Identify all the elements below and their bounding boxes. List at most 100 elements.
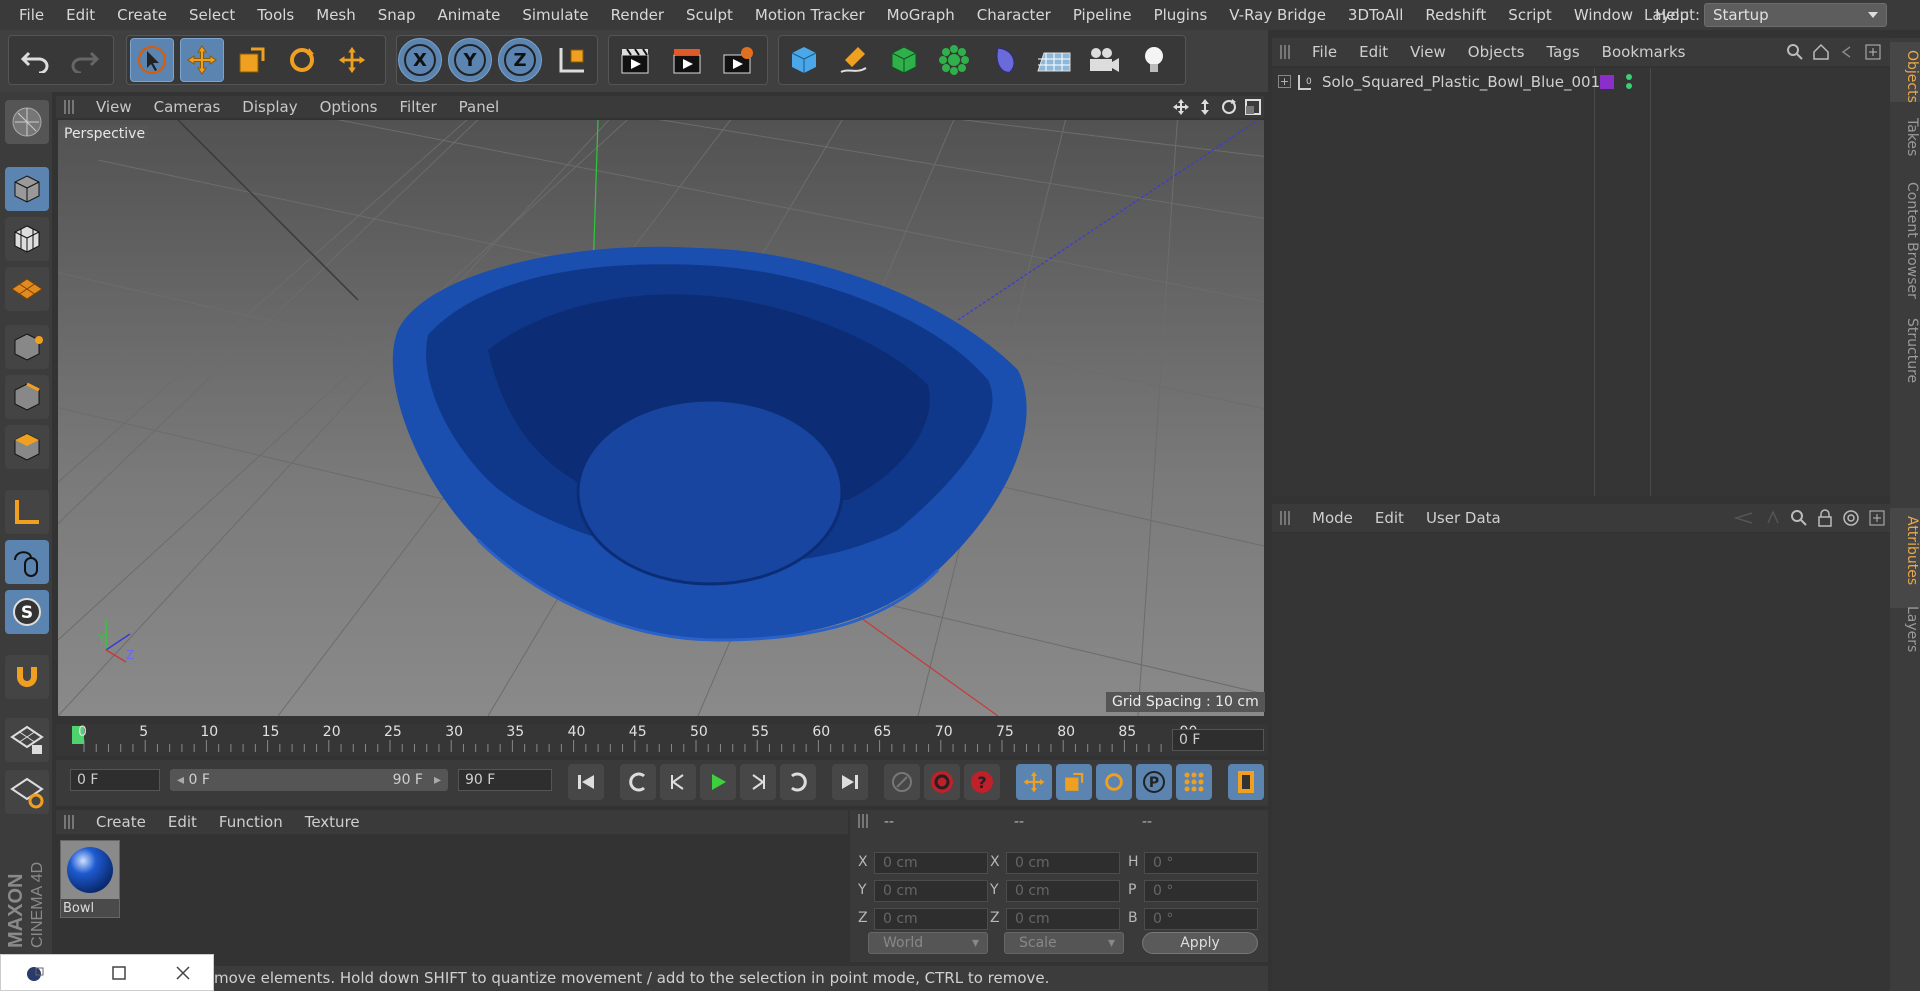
object-name[interactable]: Solo_Squared_Plastic_Bowl_Blue_001 bbox=[1322, 73, 1600, 91]
menu-mograph[interactable]: MoGraph bbox=[876, 6, 966, 24]
cube-object-button[interactable] bbox=[782, 38, 826, 82]
menu-pipeline[interactable]: Pipeline bbox=[1062, 6, 1143, 24]
make-editable-button[interactable] bbox=[5, 100, 49, 144]
tweak-mode-button[interactable] bbox=[5, 540, 49, 584]
model-mode-button[interactable] bbox=[5, 167, 49, 211]
timeline-window-button[interactable] bbox=[1228, 764, 1264, 800]
go-to-start-button[interactable] bbox=[568, 764, 604, 800]
new-panel-icon[interactable] bbox=[1868, 509, 1886, 527]
render-picture-viewer-button[interactable] bbox=[666, 38, 710, 82]
menu-simulate[interactable]: Simulate bbox=[511, 6, 599, 24]
snap-button[interactable] bbox=[5, 655, 49, 699]
menu-sculpt[interactable]: Sculpt bbox=[675, 6, 744, 24]
rotate-tool-button[interactable] bbox=[280, 38, 324, 82]
objects-menu-objects[interactable]: Objects bbox=[1468, 43, 1525, 61]
material-swatch[interactable]: Bowl bbox=[60, 840, 120, 918]
layout-dropdown[interactable]: Startup bbox=[1704, 3, 1887, 27]
render-visibility-dot[interactable] bbox=[1626, 83, 1632, 89]
coordinate-mode-dropdown[interactable]: World ▾ bbox=[868, 932, 988, 954]
menu-plugins[interactable]: Plugins bbox=[1143, 6, 1219, 24]
undo-button[interactable] bbox=[14, 38, 58, 82]
back-icon[interactable] bbox=[1838, 43, 1856, 61]
menu-edit[interactable]: Edit bbox=[55, 6, 106, 24]
viewport-menu-view[interactable]: View bbox=[96, 98, 132, 116]
coordinate-field[interactable]: 0 ° bbox=[1144, 852, 1258, 874]
redo-button[interactable] bbox=[62, 38, 106, 82]
key-scale-button[interactable] bbox=[1056, 764, 1092, 800]
menu-mesh[interactable]: Mesh bbox=[305, 6, 367, 24]
enable-axis-button[interactable] bbox=[5, 490, 49, 534]
close-icon[interactable] bbox=[175, 965, 191, 981]
select-tool-button[interactable] bbox=[130, 38, 174, 82]
menu-render[interactable]: Render bbox=[600, 6, 675, 24]
auto-keying-button[interactable] bbox=[924, 764, 960, 800]
polygons-mode-button[interactable] bbox=[5, 425, 49, 469]
end-frame-field[interactable]: 90 F bbox=[458, 769, 552, 791]
points-mode-button[interactable] bbox=[5, 325, 49, 369]
menu-script[interactable]: Script bbox=[1497, 6, 1563, 24]
axis-y-button[interactable]: Y bbox=[448, 38, 492, 82]
viewport-3d[interactable] bbox=[58, 120, 1264, 716]
scale-tool-button[interactable] bbox=[230, 38, 274, 82]
texture-mode-button[interactable] bbox=[5, 217, 49, 261]
viewport-menu-filter[interactable]: Filter bbox=[399, 98, 436, 116]
attributes-menu-mode[interactable]: Mode bbox=[1312, 509, 1353, 527]
objects-menu-tags[interactable]: Tags bbox=[1546, 43, 1579, 61]
expand-toggle[interactable]: + bbox=[1278, 75, 1291, 88]
subdivision-button[interactable] bbox=[882, 38, 926, 82]
coordinate-system-button[interactable] bbox=[550, 38, 594, 82]
axis-z-button[interactable]: Z bbox=[498, 38, 542, 82]
go-to-end-button[interactable] bbox=[832, 764, 868, 800]
material-menu-edit[interactable]: Edit bbox=[168, 813, 197, 831]
objects-menu-edit[interactable]: Edit bbox=[1359, 43, 1388, 61]
menu-3dtoall[interactable]: 3DToAll bbox=[1337, 6, 1414, 24]
tab-takes[interactable]: Takes bbox=[1890, 110, 1920, 170]
viewport-menu-cameras[interactable]: Cameras bbox=[154, 98, 221, 116]
search-icon[interactable] bbox=[1786, 43, 1804, 61]
material-menu-function[interactable]: Function bbox=[219, 813, 283, 831]
attributes-menu-edit[interactable]: Edit bbox=[1375, 509, 1404, 527]
render-settings-button[interactable] bbox=[716, 38, 760, 82]
planar-workplane-button[interactable] bbox=[5, 770, 49, 814]
bowl-object[interactable] bbox=[392, 246, 1027, 642]
home-icon[interactable] bbox=[1812, 43, 1830, 61]
transform-tool-button[interactable] bbox=[330, 38, 374, 82]
coordinate-field[interactable]: 0 ° bbox=[1144, 908, 1258, 930]
coordinate-scale-dropdown[interactable]: Scale ▾ bbox=[1004, 932, 1124, 954]
coordinate-field[interactable]: 0 cm bbox=[874, 852, 988, 874]
camera-object-button[interactable] bbox=[1082, 38, 1126, 82]
viewport-menu-panel[interactable]: Panel bbox=[459, 98, 499, 116]
record-keys-button[interactable] bbox=[884, 764, 920, 800]
edges-mode-button[interactable] bbox=[5, 375, 49, 419]
menu-create[interactable]: Create bbox=[106, 6, 178, 24]
dolly-icon[interactable] bbox=[1196, 98, 1214, 116]
keyframe-selection-button[interactable]: ? bbox=[964, 764, 1000, 800]
current-frame-field[interactable]: 0 F bbox=[1172, 729, 1264, 751]
menu-file[interactable]: File bbox=[8, 6, 55, 24]
material-menu-create[interactable]: Create bbox=[96, 813, 146, 831]
object-row[interactable]: + 0 Solo_Squared_Plastic_Bowl_Blue_001 bbox=[1272, 70, 1890, 94]
play-button[interactable] bbox=[700, 764, 736, 800]
workplane-mode-button[interactable] bbox=[5, 267, 49, 311]
key-position-button[interactable] bbox=[1016, 764, 1052, 800]
menu-character[interactable]: Character bbox=[966, 6, 1062, 24]
menu-tools[interactable]: Tools bbox=[246, 6, 305, 24]
layer-color-tag[interactable] bbox=[1600, 75, 1614, 89]
coordinate-field[interactable]: 0 ° bbox=[1144, 880, 1258, 902]
coordinate-field[interactable]: 0 cm bbox=[874, 908, 988, 930]
menu-motion-tracker[interactable]: Motion Tracker bbox=[744, 6, 876, 24]
viewport-menu-options[interactable]: Options bbox=[320, 98, 378, 116]
menu-vray-bridge[interactable]: V-Ray Bridge bbox=[1218, 6, 1337, 24]
attributes-menu-user-data[interactable]: User Data bbox=[1426, 509, 1501, 527]
start-frame-field[interactable]: 0 F bbox=[70, 769, 160, 791]
coordinate-field[interactable]: 0 cm bbox=[1006, 852, 1120, 874]
render-view-button[interactable] bbox=[614, 38, 658, 82]
light-object-button[interactable] bbox=[1132, 38, 1176, 82]
tab-objects[interactable]: Objects bbox=[1890, 42, 1920, 103]
menu-animate[interactable]: Animate bbox=[427, 6, 512, 24]
orbit-icon[interactable] bbox=[1220, 98, 1238, 116]
target-icon[interactable] bbox=[1842, 509, 1860, 527]
objects-menu-view[interactable]: View bbox=[1410, 43, 1446, 61]
new-panel-icon[interactable] bbox=[1864, 43, 1882, 61]
objects-menu-file[interactable]: File bbox=[1312, 43, 1337, 61]
